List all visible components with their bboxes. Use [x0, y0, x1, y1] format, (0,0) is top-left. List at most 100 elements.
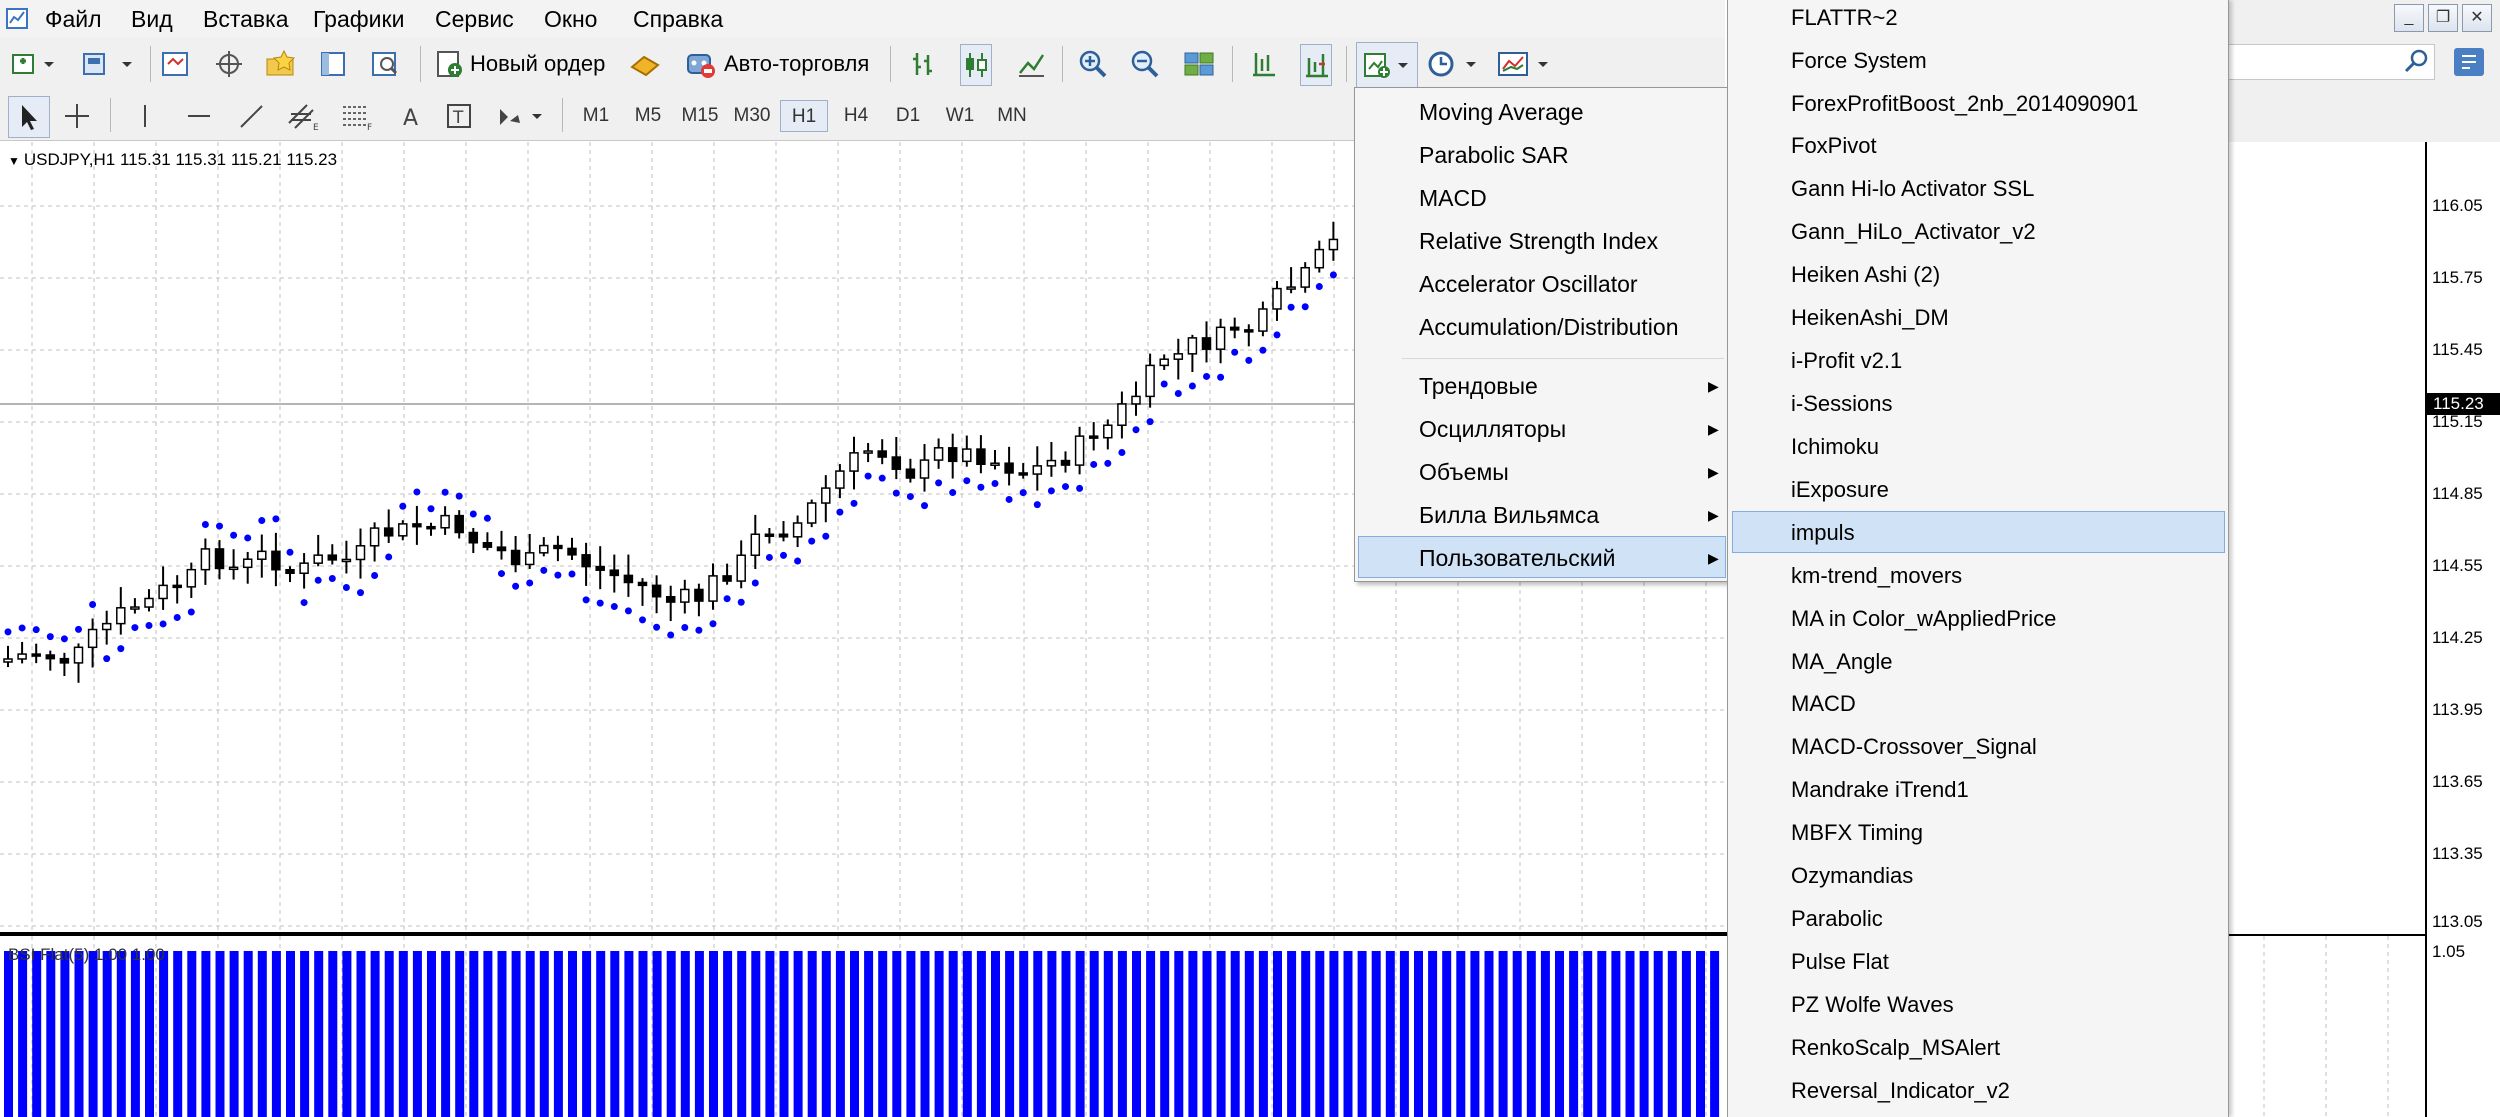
fibonacci-button[interactable]: F	[340, 96, 376, 136]
custom-item[interactable]: Pulse Flat	[1791, 947, 1889, 977]
custom-item[interactable]: Ozymandias	[1791, 861, 1913, 891]
histogram-bar	[1357, 951, 1367, 1117]
custom-item[interactable]: Parabolic	[1791, 904, 1883, 934]
menu-window[interactable]: Окно	[544, 4, 597, 34]
menu-file[interactable]: Файл	[45, 4, 102, 34]
minimize-button[interactable]: _	[2394, 4, 2424, 32]
custom-item[interactable]: Mandrake iTrend1	[1791, 775, 1969, 805]
bar-chart-button[interactable]	[908, 44, 938, 84]
templates-button[interactable]	[1496, 44, 1554, 84]
histogram-bar	[709, 951, 718, 1117]
market-watch-button[interactable]	[160, 44, 190, 84]
trendline-button[interactable]	[236, 96, 266, 136]
terminal-button[interactable]	[318, 44, 348, 84]
custom-item[interactable]: MA_Angle	[1791, 647, 1893, 677]
menu-help[interactable]: Справка	[633, 4, 723, 34]
navigator-button[interactable]	[264, 44, 300, 84]
timeframe-mn[interactable]: MN	[988, 100, 1036, 132]
custom-item[interactable]: Gann_HiLo_Activator_v2	[1791, 217, 2036, 247]
candle-body	[510, 549, 521, 566]
timeframe-h1[interactable]: H1	[780, 100, 828, 132]
data-window-button[interactable]	[214, 44, 244, 84]
menu-item-accelerator[interactable]: Accelerator Oscillator	[1419, 269, 1638, 299]
arrows-button[interactable]	[496, 96, 546, 136]
custom-item[interactable]: HeikenAshi_DM	[1791, 303, 1949, 333]
custom-item[interactable]: km-trend_movers	[1791, 561, 1962, 591]
custom-item-impuls[interactable]: impuls	[1791, 518, 1855, 548]
autotrading-button[interactable]: Авто-торговля	[680, 44, 869, 84]
close-button[interactable]: ✕	[2462, 4, 2492, 32]
chat-icon[interactable]	[2452, 46, 2486, 78]
timeframe-h4[interactable]: H4	[832, 100, 880, 132]
chart-right-area	[2227, 142, 2425, 934]
menu-insert[interactable]: Вставка	[203, 4, 289, 34]
menu-charts[interactable]: Графики	[313, 4, 404, 34]
market-watch-icon	[162, 52, 188, 76]
periodicity-button[interactable]	[1426, 44, 1482, 84]
text-label-button[interactable]: T	[444, 96, 474, 136]
zoom-in-button[interactable]	[1078, 44, 1108, 84]
equidistant-channel-button[interactable]: E	[286, 96, 322, 136]
menu-group-bill-williams[interactable]: Билла Вильямса	[1419, 500, 1599, 530]
custom-item[interactable]: FoxPivot	[1791, 131, 1877, 161]
timeframe-m30[interactable]: M30	[728, 100, 776, 132]
custom-item[interactable]: i-Sessions	[1791, 389, 1892, 419]
zoom-out-button[interactable]	[1130, 44, 1160, 84]
cursor-button[interactable]	[8, 96, 50, 138]
timeframe-d1[interactable]: D1	[884, 100, 932, 132]
custom-item[interactable]: MACD-Crossover_Signal	[1791, 732, 2037, 762]
search-icon[interactable]	[2402, 46, 2432, 76]
strategy-tester-button[interactable]	[370, 44, 400, 84]
metaeditor-button[interactable]	[628, 44, 662, 84]
restore-button[interactable]: ❐	[2428, 4, 2458, 32]
candle-body	[778, 533, 789, 538]
menu-group-trend[interactable]: Трендовые	[1419, 371, 1538, 401]
new-order-button[interactable]: Новый ордер	[434, 44, 605, 84]
histogram-bar	[835, 951, 845, 1117]
timeframe-m5[interactable]: M5	[624, 100, 672, 132]
menu-group-custom[interactable]: Пользовательский	[1419, 543, 1616, 573]
menu-item-rsi[interactable]: Relative Strength Index	[1419, 226, 1658, 256]
custom-item[interactable]: MBFX Timing	[1791, 818, 1923, 848]
custom-item[interactable]: RenkoScalp_MSAlert	[1791, 1033, 2000, 1063]
menu-tools[interactable]: Сервис	[435, 4, 514, 34]
custom-item[interactable]: Heiken Ashi (2)	[1791, 260, 1940, 290]
crosshair-button[interactable]	[62, 96, 92, 136]
horizontal-line-button[interactable]	[184, 96, 214, 136]
custom-item[interactable]: Gann Hi-lo Activator SSL	[1791, 174, 2034, 204]
timeframe-w1[interactable]: W1	[936, 100, 984, 132]
menu-view[interactable]: Вид	[131, 4, 173, 34]
custom-item[interactable]: FLATTR~2	[1791, 3, 1898, 33]
custom-item[interactable]: MA in Color_wAppliedPrice	[1791, 604, 2056, 634]
sar-dot	[991, 479, 999, 487]
menu-item-macd[interactable]: MACD	[1419, 183, 1487, 213]
menu-item-parabolic-sar[interactable]: Parabolic SAR	[1419, 140, 1569, 170]
new-chart-button[interactable]	[10, 44, 56, 84]
timeframe-m1[interactable]: M1	[572, 100, 620, 132]
vertical-line-button[interactable]	[130, 96, 160, 136]
tile-windows-button[interactable]	[1182, 44, 1216, 84]
timeframe-m15[interactable]: M15	[676, 100, 724, 132]
custom-item[interactable]: Reversal_Indicator_v2	[1791, 1076, 2010, 1106]
custom-item[interactable]: PZ Wolfe Waves	[1791, 990, 1954, 1020]
profiles-button[interactable]	[80, 44, 136, 84]
sar-dot	[1019, 489, 1027, 497]
indicators-button[interactable]	[1356, 42, 1418, 88]
custom-item[interactable]: ForexProfitBoost_2nb_2014090901	[1791, 89, 2138, 119]
text-button[interactable]: A	[396, 96, 426, 136]
menu-item-accumulation[interactable]: Accumulation/Distribution	[1419, 312, 1679, 342]
custom-item[interactable]: Ichimoku	[1791, 432, 1879, 462]
custom-item[interactable]: MACD	[1791, 689, 1856, 719]
chart-shift-button[interactable]	[1248, 44, 1278, 84]
custom-item[interactable]: i-Profit v2.1	[1791, 346, 1902, 376]
custom-item[interactable]: iExposure	[1791, 475, 1889, 505]
custom-item[interactable]: Force System	[1791, 46, 1927, 76]
histogram-bar	[1160, 951, 1170, 1117]
menu-group-volumes[interactable]: Объемы	[1419, 457, 1509, 487]
menu-group-oscillators[interactable]: Осцилляторы	[1419, 414, 1566, 444]
menu-item-moving-average[interactable]: Moving Average	[1419, 97, 1584, 127]
candle-body	[285, 568, 295, 574]
candlestick-chart-button[interactable]	[960, 44, 992, 86]
line-chart-button[interactable]	[1016, 44, 1046, 84]
auto-scroll-button[interactable]	[1300, 44, 1332, 86]
